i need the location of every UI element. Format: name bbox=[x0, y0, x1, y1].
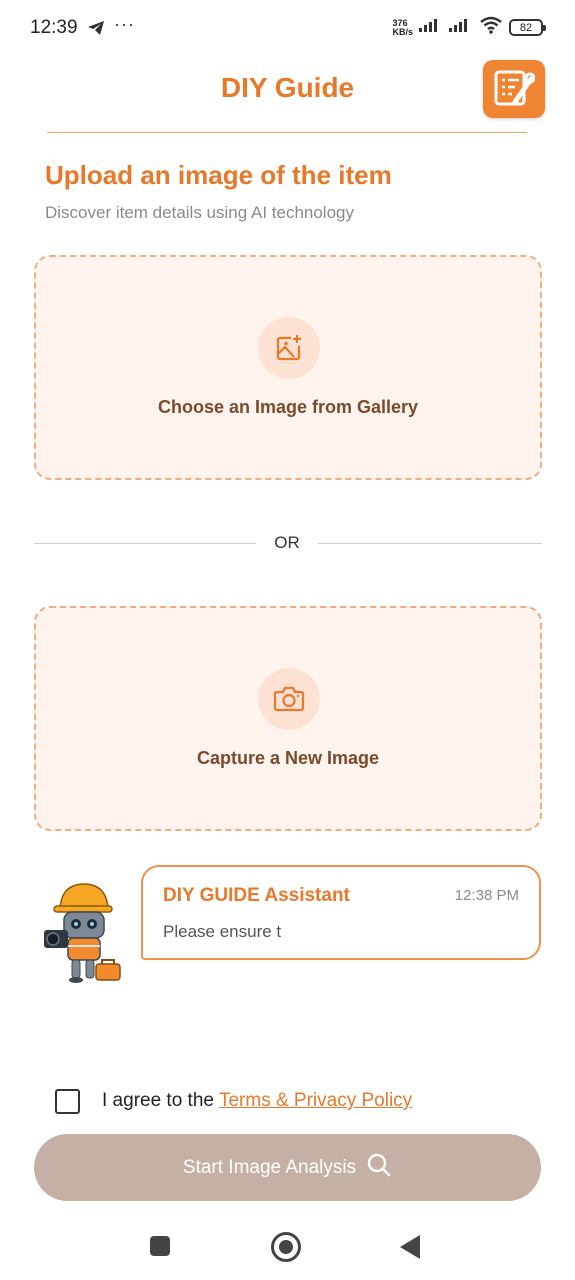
divider-line-right bbox=[318, 543, 542, 544]
status-time: 12:39 bbox=[30, 17, 78, 38]
gallery-card-label: Choose an Image from Gallery bbox=[157, 397, 419, 417]
checklist-wrench-icon[interactable] bbox=[483, 60, 545, 118]
gallery-upload-card[interactable]: Choose an Image from Gallery bbox=[34, 255, 542, 480]
home-icon[interactable] bbox=[271, 1232, 301, 1262]
assistant-message-time: 12:38 PM bbox=[454, 887, 519, 904]
section-title: Upload an image of the item bbox=[45, 160, 392, 190]
header-divider bbox=[47, 132, 527, 133]
camera-icon bbox=[258, 668, 320, 730]
status-right: 376 KB/s 82 bbox=[392, 16, 546, 39]
start-analysis-button[interactable]: Start Image Analysis bbox=[34, 1134, 541, 1201]
signal-icon bbox=[419, 18, 443, 37]
back-icon[interactable] bbox=[400, 1235, 420, 1259]
status-bar: 12:39 ··· 376 KB/s 82 bbox=[0, 0, 575, 58]
more-notifications-icon: ··· bbox=[114, 14, 135, 34]
or-label: OR bbox=[274, 533, 300, 552]
divider-line-left bbox=[34, 543, 256, 544]
robot-assistant-avatar bbox=[40, 880, 124, 984]
start-analysis-label: Start Image Analysis bbox=[182, 1156, 357, 1178]
terms-checkbox[interactable] bbox=[55, 1088, 80, 1114]
page: 12:39 ··· 376 KB/s 82 DIY Guide Upload a… bbox=[0, 0, 575, 1280]
camera-capture-card[interactable]: Capture a New Image bbox=[34, 606, 542, 831]
system-nav-bar bbox=[0, 1215, 575, 1280]
agreement-row: I agree to the Terms & Privacy Policy bbox=[55, 1088, 412, 1114]
add-image-icon bbox=[258, 317, 320, 379]
signal-icon-2 bbox=[449, 18, 473, 37]
assistant-message-text: Please ensure t bbox=[163, 922, 282, 941]
network-speed: 376 KB/s bbox=[392, 18, 413, 37]
network-speed-unit: KB/s bbox=[392, 26, 413, 37]
or-divider: OR bbox=[34, 533, 542, 555]
section-subtitle: Discover item details using AI technolog… bbox=[45, 203, 354, 222]
battery-level: 82 bbox=[519, 21, 533, 34]
assistant-name: DIY GUIDE Assistant bbox=[163, 885, 350, 906]
recent-apps-icon[interactable] bbox=[150, 1236, 170, 1256]
search-icon bbox=[366, 1152, 392, 1184]
telegram-icon bbox=[87, 20, 105, 41]
assistant-message-bubble: DIY GUIDE Assistant 12:38 PM Please ensu… bbox=[141, 865, 541, 960]
camera-card-label: Capture a New Image bbox=[196, 748, 380, 768]
agreement-text: I agree to the bbox=[102, 1090, 214, 1111]
terms-privacy-link[interactable]: Terms & Privacy Policy bbox=[219, 1090, 412, 1112]
wifi-icon bbox=[479, 16, 503, 39]
battery-icon: 82 bbox=[509, 19, 546, 36]
